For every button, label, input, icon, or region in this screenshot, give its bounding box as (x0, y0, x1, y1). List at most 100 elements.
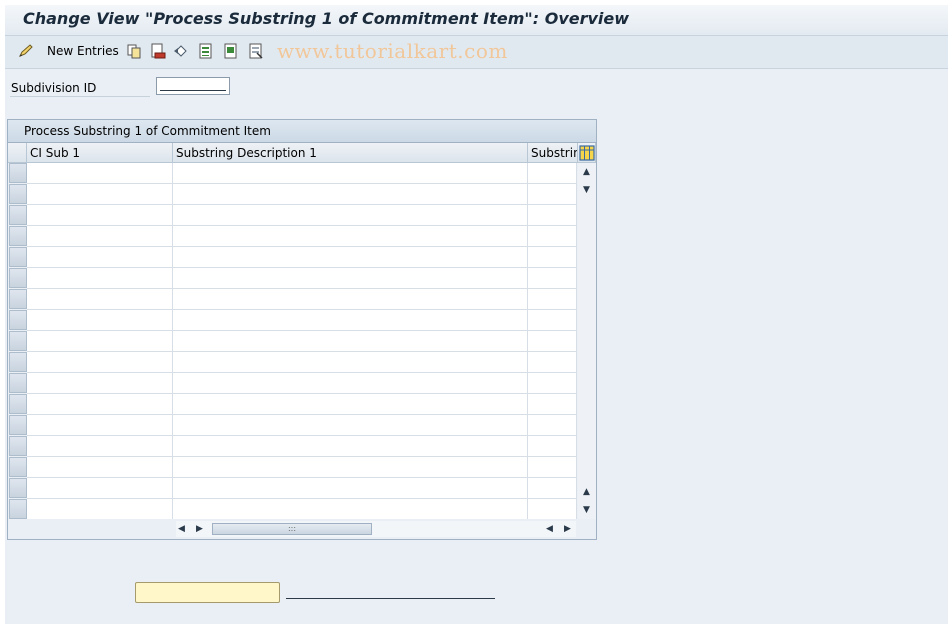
column-header-substring[interactable]: Substring (528, 143, 578, 163)
table-cell[interactable] (528, 415, 577, 436)
table-cell[interactable] (27, 373, 173, 394)
table-cell[interactable] (27, 478, 173, 499)
table-cell[interactable] (27, 394, 173, 415)
position-input[interactable] (135, 582, 280, 603)
row-selector[interactable] (9, 352, 27, 372)
deselect-all-icon[interactable] (248, 43, 264, 59)
row-selector[interactable] (9, 478, 27, 498)
copy-icon[interactable] (126, 43, 142, 59)
select-all-rows-corner[interactable] (8, 143, 27, 163)
table-cell[interactable] (27, 247, 173, 268)
table-cell[interactable] (173, 499, 528, 519)
row-selector[interactable] (9, 205, 27, 225)
table-cell[interactable] (173, 310, 528, 331)
table-cell[interactable] (528, 373, 577, 394)
scroll-left-icon[interactable]: ◀ (178, 524, 185, 534)
table-cell[interactable] (27, 436, 173, 457)
scroll-up-icon[interactable]: ▲ (583, 167, 590, 177)
table-cell[interactable] (528, 352, 577, 373)
table-cell[interactable] (173, 289, 528, 310)
watermark-text: www.tutorialkart.com (277, 39, 508, 63)
scroll-far-right-icon[interactable]: ▶ (564, 524, 571, 534)
column-header-ci-sub-1[interactable]: CI Sub 1 (27, 143, 173, 163)
new-entries-button[interactable]: New Entries (47, 44, 119, 58)
table-cell[interactable] (173, 226, 528, 247)
table-row (27, 247, 577, 268)
row-selector[interactable] (9, 163, 27, 183)
table-cell[interactable] (528, 205, 577, 226)
table-cell[interactable] (173, 394, 528, 415)
row-selector[interactable] (9, 373, 27, 393)
row-selector[interactable] (9, 226, 27, 246)
select-block-icon[interactable] (223, 43, 239, 59)
row-selector[interactable] (9, 268, 27, 288)
table-cell[interactable] (528, 310, 577, 331)
row-selector[interactable] (9, 331, 27, 351)
table-cell[interactable] (173, 247, 528, 268)
column-header-substring-description-1[interactable]: Substring Description 1 (173, 143, 528, 163)
table-cell[interactable] (528, 436, 577, 457)
position-entry-field[interactable] (286, 598, 495, 599)
scroll-down-icon[interactable]: ▼ (583, 185, 590, 195)
table-cell[interactable] (528, 184, 577, 205)
scroll-right-icon[interactable]: ▶ (196, 524, 203, 534)
row-selector[interactable] (9, 499, 27, 519)
scroll-far-left-icon[interactable]: ◀ (546, 524, 553, 534)
table-settings-button[interactable] (578, 143, 596, 163)
table-cell[interactable] (173, 415, 528, 436)
table-cell[interactable] (27, 184, 173, 205)
table-cell[interactable] (173, 205, 528, 226)
table-cell[interactable] (528, 247, 577, 268)
table-cell[interactable] (173, 184, 528, 205)
edit-pencil-icon[interactable] (18, 43, 34, 59)
table-cell[interactable] (27, 331, 173, 352)
row-selector[interactable] (9, 394, 27, 414)
scroll-page-up-icon[interactable]: ▲ (583, 487, 590, 497)
table-cell[interactable] (173, 373, 528, 394)
table-cell[interactable] (27, 289, 173, 310)
table-cell[interactable] (173, 268, 528, 289)
row-selector[interactable] (9, 457, 27, 477)
table-cell[interactable] (528, 478, 577, 499)
table-row (27, 352, 577, 373)
table-cell[interactable] (528, 268, 577, 289)
table-cell[interactable] (173, 457, 528, 478)
table-cell[interactable] (27, 310, 173, 331)
row-selector[interactable] (9, 289, 27, 309)
table-cell[interactable] (27, 352, 173, 373)
undo-change-icon[interactable] (173, 43, 189, 59)
subdivision-id-input[interactable] (156, 77, 230, 95)
table-cell[interactable] (528, 289, 577, 310)
table-cell[interactable] (528, 331, 577, 352)
horizontal-scrollbar[interactable]: ◀ ▶ ::: ◀ ▶ (176, 521, 576, 537)
table-cell[interactable] (173, 163, 528, 184)
table-cell[interactable] (27, 226, 173, 247)
table-cell[interactable] (27, 163, 173, 184)
delete-icon[interactable] (150, 43, 166, 59)
table-cell[interactable] (27, 205, 173, 226)
table-cell[interactable] (173, 352, 528, 373)
vertical-scrollbar[interactable]: ▲ ▼ ▲ ▼ (578, 163, 596, 519)
label-divider (10, 96, 150, 97)
row-selector[interactable] (9, 247, 27, 267)
table-cell[interactable] (27, 457, 173, 478)
table-cell[interactable] (173, 331, 528, 352)
row-selector[interactable] (9, 436, 27, 456)
row-selector[interactable] (9, 310, 27, 330)
table-title: Process Substring 1 of Commitment Item (24, 124, 271, 138)
table-cell[interactable] (528, 457, 577, 478)
select-all-icon[interactable] (198, 43, 214, 59)
table-cell[interactable] (173, 478, 528, 499)
horizontal-scroll-thumb[interactable]: ::: (212, 523, 372, 535)
row-selector[interactable] (9, 415, 27, 435)
table-cell[interactable] (528, 499, 577, 519)
scroll-page-down-icon[interactable]: ▼ (583, 505, 590, 515)
table-cell[interactable] (528, 226, 577, 247)
table-cell[interactable] (27, 268, 173, 289)
table-cell[interactable] (528, 163, 577, 184)
row-selector[interactable] (9, 184, 27, 204)
table-cell[interactable] (528, 394, 577, 415)
table-cell[interactable] (27, 499, 173, 519)
table-cell[interactable] (27, 415, 173, 436)
table-cell[interactable] (173, 436, 528, 457)
